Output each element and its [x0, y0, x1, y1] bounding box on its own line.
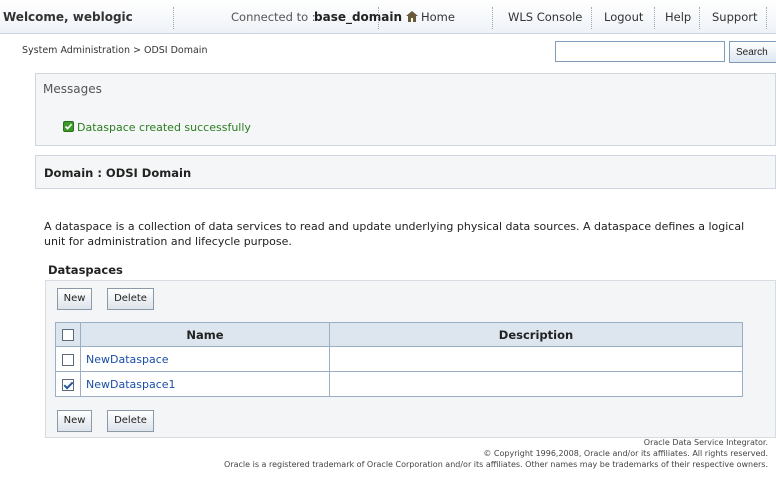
dataspace-description-cell: [329, 371, 743, 397]
dataspaces-title: Dataspaces: [48, 263, 123, 277]
separator: [173, 7, 174, 29]
separator: [766, 7, 767, 29]
connected-label: Connected to :: [231, 10, 316, 24]
connected-domain: base_domain: [314, 10, 403, 24]
success-message-text: Dataspace created successfully: [77, 121, 251, 134]
dataspace-link[interactable]: NewDataspace: [86, 353, 169, 366]
delete-button-top[interactable]: Delete: [107, 288, 154, 310]
separator: [654, 7, 655, 29]
wls-console-link[interactable]: WLS Console: [508, 0, 582, 34]
row-checkbox[interactable]: [62, 353, 74, 366]
success-message: Dataspace created successfully: [63, 121, 251, 134]
dataspace-link[interactable]: NewDataspace1: [86, 378, 176, 391]
breadcrumb: System Administration > ODSI Domain: [22, 45, 208, 56]
support-link[interactable]: Support: [712, 0, 757, 34]
help-link[interactable]: Help: [665, 0, 691, 34]
dataspace-name-cell: NewDataspace: [80, 346, 330, 372]
separator: [492, 7, 493, 29]
success-check-icon: [63, 121, 74, 132]
select-all-cell: [55, 322, 81, 347]
dataspace-description-cell: [329, 346, 743, 372]
home-icon: [406, 11, 418, 22]
search-input[interactable]: [555, 41, 725, 62]
column-header-description[interactable]: Description: [329, 322, 743, 347]
footer-trademark: Oracle is a registered trademark of Orac…: [224, 460, 768, 469]
separator: [378, 7, 379, 29]
separator: [699, 7, 700, 29]
row-select-cell: [55, 371, 81, 397]
dataspace-name-cell: NewDataspace1: [80, 371, 330, 397]
table-row: NewDataspace1: [55, 371, 743, 397]
footer-product: Oracle Data Service Integrator.: [643, 438, 768, 447]
domain-header: Domain : ODSI Domain: [35, 155, 776, 189]
row-select-cell: [55, 346, 81, 372]
welcome-text: Welcome, weblogic: [3, 10, 133, 24]
new-button-top[interactable]: New: [57, 288, 92, 310]
select-all-checkbox[interactable]: [62, 329, 74, 341]
search-button[interactable]: Search: [729, 41, 776, 63]
domain-description: A dataspace is a collection of data serv…: [44, 220, 745, 248]
dataspaces-table: Name Description NewDataspace NewDataspa…: [55, 322, 743, 397]
footer-copyright: © Copyright 1996,2008, Oracle and/or its…: [483, 449, 768, 458]
logout-link[interactable]: Logout: [604, 0, 643, 34]
home-link-label: Home: [421, 10, 455, 24]
row-checkbox[interactable]: [62, 378, 74, 391]
top-bar: Welcome, weblogic Connected to : base_do…: [0, 0, 776, 34]
table-row: NewDataspace: [55, 346, 743, 372]
new-button-bottom[interactable]: New: [57, 410, 92, 432]
table-header-row: Name Description: [55, 322, 743, 347]
column-header-name[interactable]: Name: [80, 322, 330, 347]
messages-panel: Messages Dataspace created successfully: [35, 73, 776, 146]
delete-button-bottom[interactable]: Delete: [107, 410, 154, 432]
separator: [591, 7, 592, 29]
domain-title: Domain : ODSI Domain: [44, 166, 192, 180]
home-link[interactable]: Home: [406, 0, 455, 34]
messages-title: Messages: [43, 82, 102, 96]
